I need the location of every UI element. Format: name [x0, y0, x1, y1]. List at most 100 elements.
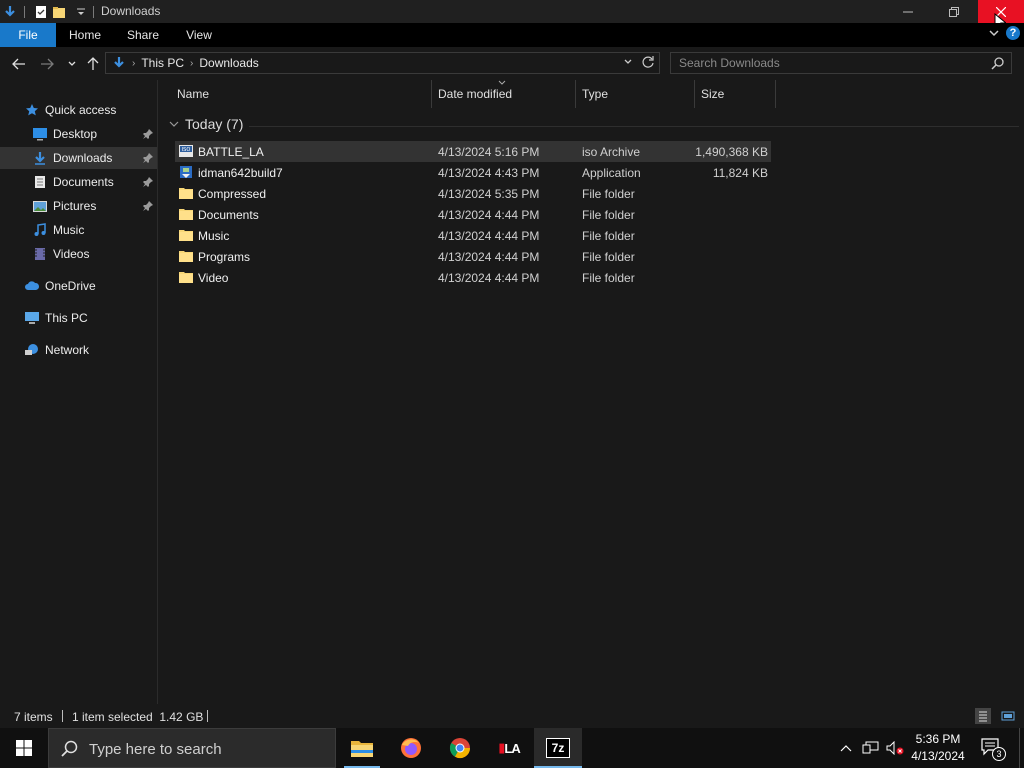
tab-share[interactable]: Share: [118, 23, 168, 47]
tab-file[interactable]: File: [0, 23, 56, 47]
properties-icon[interactable]: [33, 4, 49, 20]
computer-icon: [24, 310, 40, 326]
pin-icon[interactable]: [143, 128, 153, 142]
tab-view[interactable]: View: [176, 23, 222, 47]
download-arrow-icon: [114, 57, 124, 68]
folder-icon: [179, 272, 193, 283]
file-name: Documents: [198, 208, 259, 222]
search-box[interactable]: [670, 52, 1012, 74]
details-view-button[interactable]: [975, 708, 991, 724]
breadcrumb-chevron-icon[interactable]: ›: [132, 58, 135, 69]
nav-item-documents[interactable]: Documents: [0, 171, 157, 193]
qat-dropdown-icon[interactable]: [73, 4, 89, 20]
search-icon: [61, 740, 78, 757]
column-header-date-modified[interactable]: Date modified: [432, 80, 576, 108]
column-header-type[interactable]: Type: [576, 80, 695, 108]
column-header-name[interactable]: Name: [171, 80, 432, 108]
iso-icon: ISO: [179, 145, 193, 157]
file-explorer-icon: [351, 741, 373, 757]
large-icons-view-button[interactable]: [1000, 708, 1016, 724]
new-folder-icon[interactable]: [51, 4, 67, 20]
table-row[interactable]: ISO BATTLE_LA 4/13/2024 5:16 PM iso Arch…: [175, 141, 771, 162]
chevron-up-icon: [840, 745, 852, 752]
nav-item-downloads[interactable]: Downloads: [0, 147, 157, 169]
taskbar-search-box[interactable]: Type here to search: [48, 728, 336, 768]
help-button[interactable]: ?: [1006, 26, 1020, 40]
notification-count-badge: 3: [992, 747, 1006, 761]
notification-center-button[interactable]: 3: [980, 736, 1006, 761]
pin-icon[interactable]: [143, 176, 153, 190]
address-bar[interactable]: › This PC › Downloads: [105, 52, 660, 74]
nav-item-pictures[interactable]: Pictures: [0, 195, 157, 217]
group-header-today[interactable]: Today (7): [169, 116, 243, 132]
file-date: 4/13/2024 5:35 PM: [438, 187, 540, 201]
table-row[interactable]: Video 4/13/2024 4:44 PM File folder: [175, 267, 771, 288]
nav-item-this-pc[interactable]: This PC: [0, 307, 157, 329]
nav-item-videos[interactable]: Videos: [0, 243, 157, 265]
taskbar: Type here to search ▮ LA 7z 5:36 PM 4/13/…: [0, 728, 1024, 768]
nav-item-label: Videos: [53, 247, 90, 261]
download-arrow-icon: [2, 4, 18, 20]
start-button[interactable]: [0, 728, 48, 768]
taskbar-7zip[interactable]: 7z: [534, 728, 582, 768]
search-input[interactable]: [679, 55, 979, 71]
breadcrumb-downloads[interactable]: Downloads: [199, 56, 258, 70]
minimize-button[interactable]: [885, 0, 931, 23]
table-row[interactable]: Documents 4/13/2024 4:44 PM File folder: [175, 204, 771, 225]
table-row[interactable]: Programs 4/13/2024 4:44 PM File folder: [175, 246, 771, 267]
arrow-right-icon: [41, 58, 54, 70]
back-button[interactable]: [10, 55, 28, 73]
document-icon: [32, 174, 48, 190]
pictures-icon: [32, 198, 48, 214]
tab-home[interactable]: Home: [60, 23, 110, 47]
restore-button[interactable]: [931, 0, 977, 23]
folder-icon: [179, 230, 193, 241]
folder-icon: [179, 188, 193, 199]
column-header-size[interactable]: Size: [695, 80, 776, 108]
taskbar-firefox[interactable]: [387, 728, 435, 768]
taskbar-file-explorer[interactable]: [338, 728, 386, 768]
quick-access-toolbar: [0, 0, 100, 23]
qat-separator: [24, 5, 25, 18]
network-tray-button[interactable]: [860, 728, 882, 768]
chrome-icon: [449, 738, 471, 759]
firefox-icon: [401, 738, 421, 758]
nav-item-quick-access[interactable]: Quick access: [0, 99, 157, 121]
recent-locations-button[interactable]: [63, 55, 81, 73]
table-row[interactable]: Music 4/13/2024 4:44 PM File folder: [175, 225, 771, 246]
nav-item-network[interactable]: Network: [0, 339, 157, 361]
up-button[interactable]: [84, 55, 102, 73]
nav-item-label: Documents: [53, 175, 114, 189]
taskbar-la-app[interactable]: ▮ LA: [485, 728, 533, 768]
breadcrumb-chevron-icon[interactable]: ›: [190, 58, 193, 69]
forward-button[interactable]: [38, 55, 56, 73]
file-date: 4/13/2024 4:44 PM: [438, 229, 540, 243]
table-row[interactable]: Compressed 4/13/2024 5:35 PM File folder: [175, 183, 771, 204]
file-type: iso Archive: [582, 145, 641, 159]
expand-ribbon-icon[interactable]: [988, 27, 1000, 39]
chevron-down-icon: [169, 121, 179, 127]
minimize-icon: [903, 11, 913, 12]
file-name: Compressed: [198, 187, 267, 201]
nav-item-music[interactable]: Music: [0, 219, 157, 241]
system-clock[interactable]: 5:36 PM 4/13/2024: [904, 731, 972, 765]
address-row: › This PC › Downloads: [0, 47, 1024, 80]
refresh-icon[interactable]: [641, 55, 655, 72]
clock-time: 5:36 PM: [915, 732, 961, 746]
breadcrumb-this-pc[interactable]: This PC: [141, 56, 184, 70]
table-row[interactable]: idman642build7 4/13/2024 4:43 PM Applica…: [175, 162, 771, 183]
address-dropdown-icon[interactable]: [623, 56, 633, 70]
pin-icon[interactable]: [143, 200, 153, 214]
search-icon[interactable]: [991, 56, 1005, 73]
nav-item-onedrive[interactable]: OneDrive: [0, 275, 157, 297]
show-desktop-button[interactable]: [1019, 728, 1024, 768]
volume-tray-button[interactable]: [884, 728, 906, 768]
taskbar-chrome[interactable]: [436, 728, 484, 768]
la-app-label: LA: [504, 740, 520, 756]
file-date: 4/13/2024 4:43 PM: [438, 166, 540, 180]
nav-item-desktop[interactable]: Desktop: [0, 123, 157, 145]
file-name: Video: [198, 271, 229, 285]
download-icon: [32, 150, 48, 166]
pin-icon[interactable]: [143, 152, 153, 166]
show-hidden-icons-button[interactable]: [836, 728, 856, 768]
